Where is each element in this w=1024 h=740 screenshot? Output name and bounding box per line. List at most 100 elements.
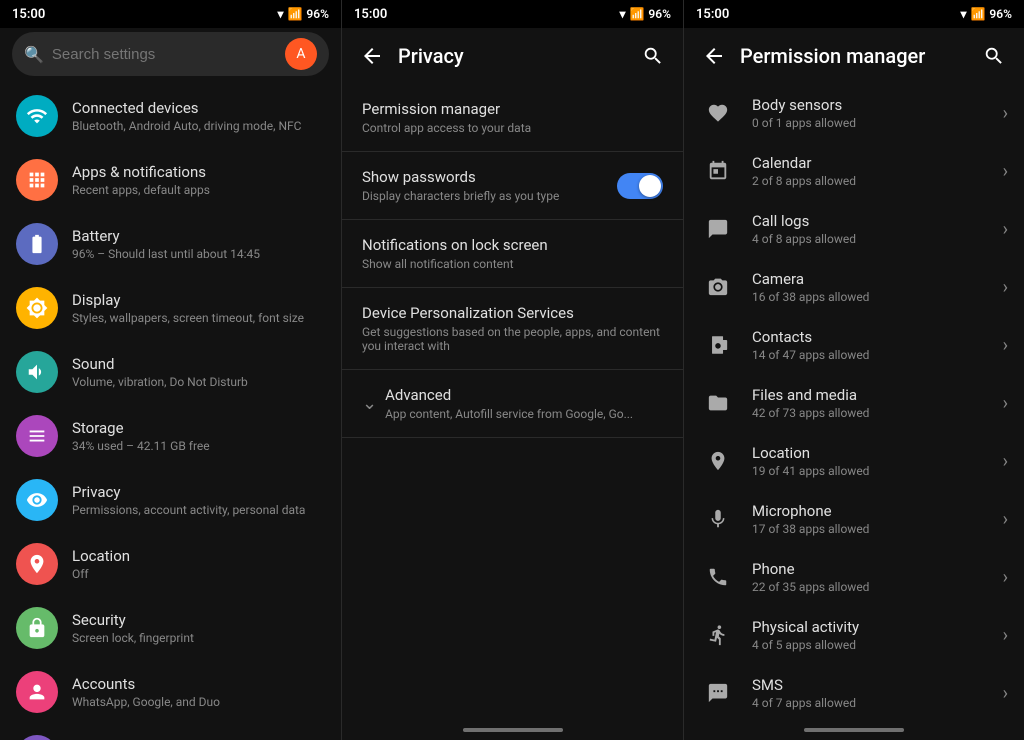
- call_logs-count: 4 of 8 apps allowed: [752, 232, 856, 246]
- signal-icon: 📶: [287, 7, 302, 21]
- perm_manager-label: Permission manager: [362, 100, 663, 118]
- connected-sublabel: Bluetooth, Android Auto, driving mode, N…: [72, 119, 325, 133]
- location-label: Location: [72, 547, 325, 565]
- search-button-mid[interactable]: [635, 38, 671, 74]
- status-bar-left: 15:00 ▾ 📶 96%: [0, 0, 341, 28]
- files_media-count: 42 of 73 apps allowed: [752, 406, 869, 420]
- location-count: 19 of 41 apps allowed: [752, 464, 869, 478]
- privacy-icon: [16, 479, 58, 521]
- security-text: Security Screen lock, fingerprint: [72, 611, 325, 645]
- sms-icon: [700, 682, 736, 704]
- battery-sublabel: 96% – Should last until about 14:45: [72, 247, 325, 261]
- perm-item-location[interactable]: Location 19 of 41 apps allowed ›: [684, 432, 1024, 490]
- chevron-right-icon: ›: [1003, 103, 1008, 124]
- status-bar-mid: 15:00 ▾ 📶 96%: [342, 0, 683, 28]
- perm-item-sms[interactable]: SMS 4 of 7 apps allowed ›: [684, 664, 1024, 720]
- sms-name: SMS: [752, 676, 856, 694]
- privacy-item-show_passwords[interactable]: Show passwords Display characters briefl…: [342, 152, 683, 220]
- home-bar-right: [804, 728, 904, 732]
- connected-label: Connected devices: [72, 99, 325, 117]
- battery-label: Battery: [72, 227, 325, 245]
- display-label: Display: [72, 291, 325, 309]
- avatar[interactable]: A: [285, 38, 317, 70]
- settings-item-connected[interactable]: Connected devices Bluetooth, Android Aut…: [0, 84, 341, 148]
- time-left: 15:00: [12, 7, 45, 22]
- storage-icon: [16, 415, 58, 457]
- contacts-icon: [700, 334, 736, 356]
- settings-list: Connected devices Bluetooth, Android Aut…: [0, 84, 341, 740]
- privacy-item-advanced[interactable]: ⌄ Advanced App content, Autofill service…: [342, 370, 683, 438]
- time-right: 15:00: [696, 7, 729, 22]
- phone-icon: [700, 566, 736, 588]
- microphone-icon: [700, 508, 736, 530]
- chevron-right-icon: ›: [1003, 335, 1008, 356]
- camera-icon: [700, 276, 736, 298]
- settings-item-display[interactable]: Display Styles, wallpapers, screen timeo…: [0, 276, 341, 340]
- privacy-item-device_personalization[interactable]: Device Personalization Services Get sugg…: [342, 288, 683, 370]
- camera-count: 16 of 38 apps allowed: [752, 290, 869, 304]
- phone-count: 22 of 35 apps allowed: [752, 580, 869, 594]
- accounts-sublabel: WhatsApp, Google, and Duo: [72, 695, 325, 709]
- perm-item-calendar[interactable]: Calendar 2 of 8 apps allowed ›: [684, 142, 1024, 200]
- privacy-text: Privacy Permissions, account activity, p…: [72, 483, 325, 517]
- perm-item-physical_activity[interactable]: Physical activity 4 of 5 apps allowed ›: [684, 606, 1024, 664]
- connected-text: Connected devices Bluetooth, Android Aut…: [72, 99, 325, 133]
- show_passwords-toggle[interactable]: [617, 173, 663, 199]
- perm-item-contacts[interactable]: Contacts 14 of 47 apps allowed ›: [684, 316, 1024, 374]
- show_passwords-label: Show passwords: [362, 168, 617, 186]
- perm-item-camera[interactable]: Camera 16 of 38 apps allowed ›: [684, 258, 1024, 316]
- settings-item-battery[interactable]: Battery 96% – Should last until about 14…: [0, 212, 341, 276]
- security-label: Security: [72, 611, 325, 629]
- settings-item-accounts[interactable]: Accounts WhatsApp, Google, and Duo: [0, 660, 341, 724]
- calendar-count: 2 of 8 apps allowed: [752, 174, 856, 188]
- settings-item-storage[interactable]: Storage 34% used – 42.11 GB free: [0, 404, 341, 468]
- body_sensors-count: 0 of 1 apps allowed: [752, 116, 856, 130]
- call_logs-name: Call logs: [752, 212, 856, 230]
- battery-left: 96%: [306, 7, 329, 21]
- right-panel-title: Permission manager: [732, 44, 976, 68]
- microphone-name: Microphone: [752, 502, 869, 520]
- body_sensors-icon: [700, 102, 736, 124]
- call_logs-icon: [700, 218, 736, 240]
- wifi-icon-right: ▾: [960, 7, 966, 21]
- settings-item-apps[interactable]: Apps & notifications Recent apps, defaul…: [0, 148, 341, 212]
- battery-mid: 96%: [648, 7, 671, 21]
- perm_manager-sublabel: Control app access to your data: [362, 121, 663, 135]
- right-panel-header: Permission manager: [684, 28, 1024, 84]
- search-bar[interactable]: 🔍 A: [12, 32, 329, 76]
- perm-item-files_media[interactable]: Files and media 42 of 73 apps allowed ›: [684, 374, 1024, 432]
- back-button-mid[interactable]: [354, 38, 390, 74]
- sound-sublabel: Volume, vibration, Do Not Disturb: [72, 375, 325, 389]
- search-icon: 🔍: [24, 45, 44, 64]
- display-icon: [16, 287, 58, 329]
- search-input[interactable]: [52, 46, 285, 63]
- chevron-right-icon: ›: [1003, 683, 1008, 704]
- perm-item-microphone[interactable]: Microphone 17 of 38 apps allowed ›: [684, 490, 1024, 548]
- privacy-item-perm_manager[interactable]: Permission manager Control app access to…: [342, 84, 683, 152]
- advanced-label: Advanced: [385, 386, 663, 404]
- files_media-name: Files and media: [752, 386, 869, 404]
- home-bar-mid: [463, 728, 563, 732]
- privacy-label: Privacy: [72, 483, 325, 501]
- settings-item-accessibility[interactable]: Accessibility Screen readers, display, i…: [0, 724, 341, 740]
- perm-item-body_sensors[interactable]: Body sensors 0 of 1 apps allowed ›: [684, 84, 1024, 142]
- privacy-sublabel: Permissions, account activity, personal …: [72, 503, 325, 517]
- wifi-icon-mid: ▾: [619, 7, 625, 21]
- apps-sublabel: Recent apps, default apps: [72, 183, 325, 197]
- chevron-right-icon: ›: [1003, 567, 1008, 588]
- privacy-item-notif_lock[interactable]: Notifications on lock screen Show all no…: [342, 220, 683, 288]
- settings-item-security[interactable]: Security Screen lock, fingerprint: [0, 596, 341, 660]
- security-sublabel: Screen lock, fingerprint: [72, 631, 325, 645]
- device_personalization-label: Device Personalization Services: [362, 304, 663, 322]
- settings-item-privacy[interactable]: Privacy Permissions, account activity, p…: [0, 468, 341, 532]
- perm-item-call_logs[interactable]: Call logs 4 of 8 apps allowed ›: [684, 200, 1024, 258]
- settings-item-location[interactable]: Location Off: [0, 532, 341, 596]
- settings-item-sound[interactable]: Sound Volume, vibration, Do Not Disturb: [0, 340, 341, 404]
- storage-sublabel: 34% used – 42.11 GB free: [72, 439, 325, 453]
- home-indicator-mid: [342, 720, 683, 740]
- security-icon: [16, 607, 58, 649]
- back-button-right[interactable]: [696, 38, 732, 74]
- location-icon: [16, 543, 58, 585]
- search-button-right[interactable]: [976, 38, 1012, 74]
- perm-item-phone[interactable]: Phone 22 of 35 apps allowed ›: [684, 548, 1024, 606]
